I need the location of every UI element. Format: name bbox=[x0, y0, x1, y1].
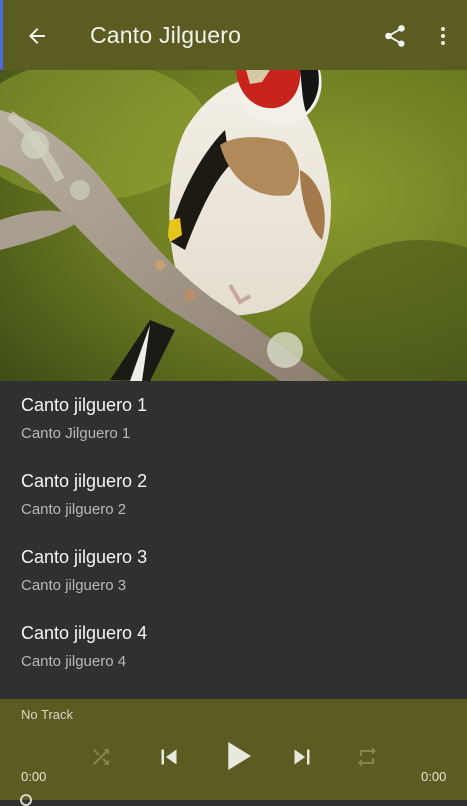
skip-next-icon bbox=[294, 749, 310, 765]
hero-image bbox=[0, 70, 467, 381]
track-title: Canto jilguero 4 bbox=[21, 623, 148, 643]
track-item[interactable]: Canto jilguero 2 Canto jilguero 2 bbox=[0, 457, 467, 533]
app-bar: Canto Jilguero bbox=[0, 0, 467, 70]
player-bar: No Track 0:00 0:00 bbox=[0, 699, 467, 806]
track-title: Canto jilguero 2 bbox=[21, 471, 148, 491]
skip-previous-icon bbox=[161, 749, 177, 765]
now-playing-label: No Track bbox=[21, 707, 74, 722]
elapsed-time: 0:00 bbox=[21, 769, 47, 784]
more-vertical-icon bbox=[441, 27, 445, 45]
track-subtitle: Canto jilguero 2 bbox=[21, 501, 127, 518]
total-duration: 0:00 bbox=[421, 769, 447, 784]
seek-bar-thumb[interactable] bbox=[20, 794, 32, 806]
track-item[interactable]: Canto jilguero 1 Canto Jilguero 1 bbox=[0, 381, 467, 457]
track-item[interactable]: Canto jilguero 3 Canto jilguero 3 bbox=[0, 533, 467, 609]
track-title: Canto jilguero 3 bbox=[21, 547, 148, 567]
next-button[interactable] bbox=[286, 741, 318, 773]
play-button[interactable] bbox=[216, 735, 258, 777]
repeat-icon bbox=[358, 747, 376, 767]
previous-button[interactable] bbox=[153, 741, 185, 773]
repeat-button[interactable] bbox=[354, 744, 380, 770]
track-subtitle: Canto Jilguero 1 bbox=[21, 425, 131, 442]
play-icon bbox=[228, 742, 251, 770]
arrow-back-icon bbox=[29, 28, 45, 44]
track-title: Canto jilguero 1 bbox=[21, 395, 148, 415]
share-button[interactable] bbox=[381, 22, 409, 50]
track-list: Canto jilguero 1 Canto Jilguero 1 Canto … bbox=[0, 381, 467, 699]
track-subtitle: Canto jilguero 4 bbox=[21, 653, 127, 670]
shuffle-icon bbox=[93, 749, 109, 765]
track-subtitle: Canto jilguero 3 bbox=[21, 577, 127, 594]
shuffle-button[interactable] bbox=[88, 744, 114, 770]
more-options-button[interactable] bbox=[431, 22, 455, 50]
goldfinch-illustration bbox=[0, 70, 467, 381]
share-icon bbox=[385, 25, 405, 47]
track-item[interactable]: Canto jilguero 4 Canto jilguero 4 bbox=[0, 609, 467, 685]
page-title: Canto Jilguero bbox=[90, 22, 242, 48]
back-button[interactable] bbox=[21, 20, 53, 52]
